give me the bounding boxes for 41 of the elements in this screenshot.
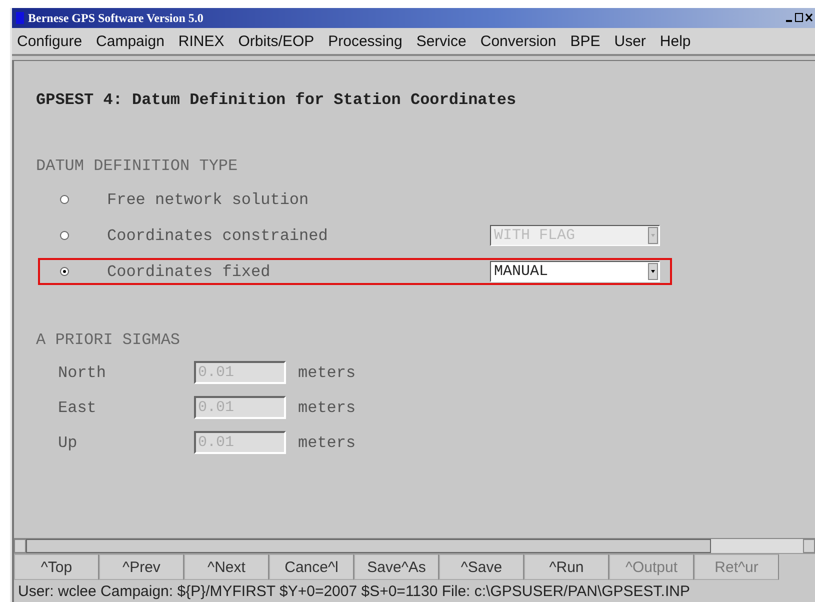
- caret-icon: [651, 270, 655, 273]
- app-icon: [16, 12, 24, 24]
- field-label: Up: [58, 434, 78, 452]
- unit-label: meters: [298, 434, 356, 452]
- toolbar-button[interactable]: ^Prev: [99, 554, 184, 580]
- menu-item[interactable]: BPE: [565, 32, 610, 50]
- unit-label: meters: [298, 398, 356, 416]
- toolbar-button[interactable]: ^Next: [184, 554, 269, 580]
- radio-button[interactable]: [60, 231, 69, 240]
- menu-item[interactable]: Conversion: [475, 32, 566, 50]
- menu-item[interactable]: Configure: [12, 32, 92, 50]
- menu-item[interactable]: RINEX: [173, 32, 234, 50]
- page-heading: GPSEST 4: Datum Definition for Station Coordinates: [36, 91, 518, 109]
- toolbar-button[interactable]: ^Run: [524, 554, 609, 580]
- toolbar-button[interactable]: ^Save: [439, 554, 524, 580]
- option-label: Free network solution: [107, 190, 310, 208]
- option-label: Coordinates fixed: [107, 262, 272, 280]
- radio-button[interactable]: [60, 267, 69, 276]
- radio-button[interactable]: [60, 195, 69, 204]
- menu-item[interactable]: Processing: [323, 32, 412, 50]
- close-icon[interactable]: [805, 13, 813, 23]
- toolbar-button[interactable]: Save^As: [354, 554, 439, 580]
- dropdown[interactable]: MANUAL: [490, 261, 660, 282]
- menu-item[interactable]: Campaign: [91, 32, 174, 50]
- field-label: East: [58, 398, 98, 416]
- window-title: Bernese GPS Software Version 5.0: [28, 10, 204, 26]
- toolbar-button[interactable]: Cance^l: [269, 554, 354, 580]
- field-label: North: [58, 364, 108, 382]
- section-title: A PRIORI SIGMAS: [36, 331, 182, 349]
- menu-item[interactable]: User: [609, 32, 655, 50]
- status-text: User: wclee Campaign: ${P}/MYFIRST $Y+0=2007 $S+0=1130 File: c:\GPSUSER/PAN\GPSEST.INP: [17, 582, 691, 602]
- toolbar-button[interactable]: ^Top: [14, 554, 99, 580]
- scroll-bar[interactable]: [14, 538, 815, 553]
- caret-icon: [651, 234, 655, 237]
- option-label: Coordinates constrained: [107, 226, 329, 244]
- menu-item[interactable]: Help: [654, 32, 700, 50]
- section-title: DATUM DEFINITION TYPE: [36, 157, 239, 175]
- maximize-icon[interactable]: [795, 13, 804, 23]
- menu-item[interactable]: Orbits/EOP: [233, 32, 324, 50]
- menu-item[interactable]: Service: [411, 32, 476, 50]
- unit-label: meters: [298, 364, 356, 382]
